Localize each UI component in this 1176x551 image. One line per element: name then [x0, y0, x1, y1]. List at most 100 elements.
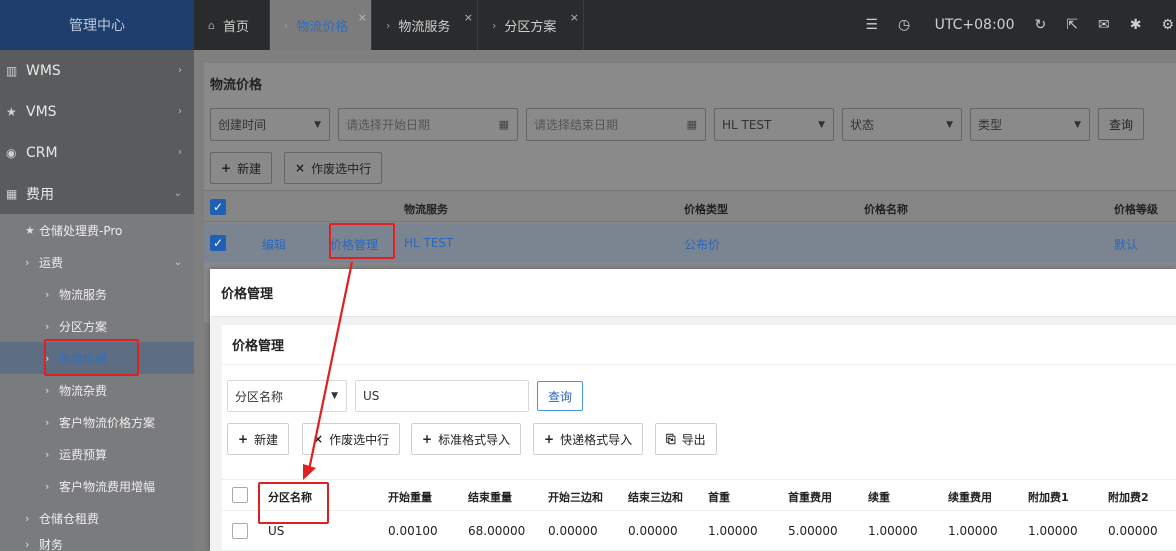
sidebar-item-storage-fee[interactable]: ★ 仓储处理费-Pro	[0, 214, 194, 246]
gear-icon[interactable]: ⚙	[1161, 17, 1174, 33]
status-select[interactable]: 状态 ▼	[842, 108, 962, 141]
column-header: 开始重量	[388, 491, 432, 504]
menu-label: 费用	[26, 186, 54, 203]
toolbar: ☰ ◷ UTC+08:00 ↻ ⇱ ✉ ✱ ⚙	[845, 0, 1176, 50]
chevron-down-icon: ⌄	[173, 188, 182, 199]
external-link-icon[interactable]: ⇱	[1066, 17, 1078, 33]
mail-icon[interactable]: ✉	[1098, 17, 1110, 33]
sidebar-item-logistics-service[interactable]: › 物流服务	[0, 278, 194, 310]
zone-name-cell: US	[268, 524, 285, 538]
chevron-right-icon: ›	[178, 147, 182, 158]
close-icon[interactable]: ×	[358, 12, 367, 23]
table-cell: 0.00000	[628, 524, 678, 538]
price-manage-link[interactable]: 价格管理	[330, 236, 378, 253]
row-checkbox[interactable]	[232, 523, 248, 539]
chevron-down-icon: ⌄	[173, 256, 182, 268]
start-date-input[interactable]: 请选择开始日期 ▦	[338, 108, 518, 141]
sidebar-item-customer-price-plan[interactable]: › 客户物流价格方案	[0, 406, 194, 438]
search-input[interactable]: US	[355, 380, 529, 412]
service-select[interactable]: HL TEST ▼	[714, 108, 834, 141]
service-link[interactable]: HL TEST	[404, 236, 453, 250]
tab-zone-plan[interactable]: › 分区方案 ×	[478, 0, 584, 50]
dialog-void-button[interactable]: × 作废选中行	[302, 423, 401, 455]
table-cell: 5.00000	[788, 524, 838, 538]
chevron-right-icon: ›	[386, 18, 391, 32]
chevron-right-icon: ›	[178, 106, 182, 117]
column-header: 首重费用	[788, 491, 832, 504]
calendar-icon: ▦	[686, 118, 697, 131]
edit-link[interactable]: 编辑	[262, 236, 286, 253]
void-button[interactable]: × 作废选中行	[284, 152, 383, 184]
standard-import-button[interactable]: + 标准格式导入	[411, 423, 522, 455]
table-row[interactable]: ✓ 编辑 价格管理 HL TEST 公布价 默认	[204, 223, 1176, 263]
sidebar-item-freight[interactable]: › 运费 ⌄	[0, 246, 194, 278]
chevron-right-icon: ›	[492, 18, 497, 32]
tab-home[interactable]: ⌂ 首页	[194, 0, 270, 50]
end-date-input[interactable]: 请选择结束日期 ▦	[526, 108, 706, 141]
menu-label: CRM	[26, 144, 58, 161]
row-checkbox[interactable]: ✓	[210, 235, 226, 251]
chevron-right-icon: ›	[45, 447, 50, 461]
chevron-right-icon: ›	[25, 537, 30, 551]
column-header: 结束三边和	[628, 491, 683, 504]
table-cell: 1.00000	[708, 524, 758, 538]
refresh-icon[interactable]: ↻	[1035, 17, 1047, 33]
table-row[interactable]: US 0.00100 68.00000 0.00000 0.00000 1.00…	[222, 512, 1176, 551]
sidebar-item-finance[interactable]: › 财务	[0, 534, 194, 551]
menu-label: WMS	[26, 62, 61, 79]
table-cell: 1.00000	[868, 524, 918, 538]
column-header: 物流服务	[404, 203, 448, 216]
sidebar-item-logistics-price[interactable]: › 物流价格	[0, 342, 194, 374]
close-icon[interactable]: ×	[464, 12, 473, 23]
table-cell: 68.00000	[468, 524, 526, 538]
menu-fees[interactable]: ▦ 费用 ⌄	[0, 173, 194, 214]
column-header: 价格等级	[1114, 203, 1158, 216]
sidebar: 管理中心 ▥ WMS › ★ VMS › ◉ CRM › ▦ 费用 ⌄ ★ 仓储处理费-Pro ›…	[0, 0, 194, 551]
caret-down-icon: ▼	[314, 119, 321, 130]
chevron-right-icon: ›	[178, 65, 182, 76]
plus-icon: +	[221, 161, 232, 175]
dialog-query-button[interactable]: 查询	[537, 381, 584, 411]
grid-icon: ▦	[6, 186, 18, 201]
close-icon[interactable]: ×	[570, 12, 579, 23]
tab-logistics-service[interactable]: › 物流服务 ×	[372, 0, 478, 50]
sidebar-item-zone-plan[interactable]: › 分区方案	[0, 310, 194, 342]
time-type-select[interactable]: 创建时间 ▼	[210, 108, 330, 141]
bank-icon: ▥	[6, 63, 18, 78]
caret-down-icon: ▼	[946, 119, 953, 130]
chevron-right-icon: ›	[45, 319, 50, 333]
search-field-select[interactable]: 分区名称 ▼	[227, 380, 347, 412]
price-type-link[interactable]: 公布价	[684, 236, 720, 253]
select-all-checkbox[interactable]	[232, 487, 248, 503]
star-icon: ★	[6, 104, 17, 119]
dialog-new-button[interactable]: + 新建	[227, 423, 290, 455]
column-header: 价格类型	[684, 203, 728, 216]
calendar-icon: ▦	[498, 118, 509, 131]
sidebar-item-warehouse-rent[interactable]: › 仓储仓租费	[0, 502, 194, 534]
select-all-checkbox[interactable]: ✓	[210, 199, 226, 215]
home-icon: ⌂	[208, 18, 215, 32]
menu-wms[interactable]: ▥ WMS ›	[0, 50, 194, 91]
timezone[interactable]: ◷ UTC+08:00	[898, 17, 1015, 33]
x-icon: ×	[313, 432, 324, 446]
new-button[interactable]: + 新建	[210, 152, 273, 184]
sidebar-item-customer-fee-increase[interactable]: › 客户物流费用增幅	[0, 470, 194, 502]
brand-title[interactable]: 管理中心	[0, 0, 194, 50]
type-select[interactable]: 类型 ▼	[970, 108, 1090, 141]
chevron-right-icon: ›	[45, 415, 50, 429]
menu-toggle-icon[interactable]: ☰	[865, 17, 878, 33]
column-header: 分区名称	[268, 491, 312, 504]
chevron-right-icon: ›	[284, 18, 289, 32]
price-level-link[interactable]: 默认	[1114, 236, 1138, 253]
export-button[interactable]: ⎘ 导出	[655, 423, 717, 455]
tab-logistics-price[interactable]: › 物流价格 ×	[270, 0, 372, 50]
column-header: 续重	[868, 491, 890, 504]
sidebar-item-freight-budget[interactable]: › 运费预算	[0, 438, 194, 470]
menu-crm[interactable]: ◉ CRM ›	[0, 132, 194, 173]
bug-icon[interactable]: ✱	[1130, 17, 1142, 33]
sidebar-item-logistics-misc[interactable]: › 物流杂费	[0, 374, 194, 406]
express-import-button[interactable]: + 快递格式导入	[533, 423, 644, 455]
star-icon: ★	[25, 223, 35, 237]
menu-vms[interactable]: ★ VMS ›	[0, 91, 194, 132]
query-button[interactable]: 查询	[1098, 108, 1145, 140]
